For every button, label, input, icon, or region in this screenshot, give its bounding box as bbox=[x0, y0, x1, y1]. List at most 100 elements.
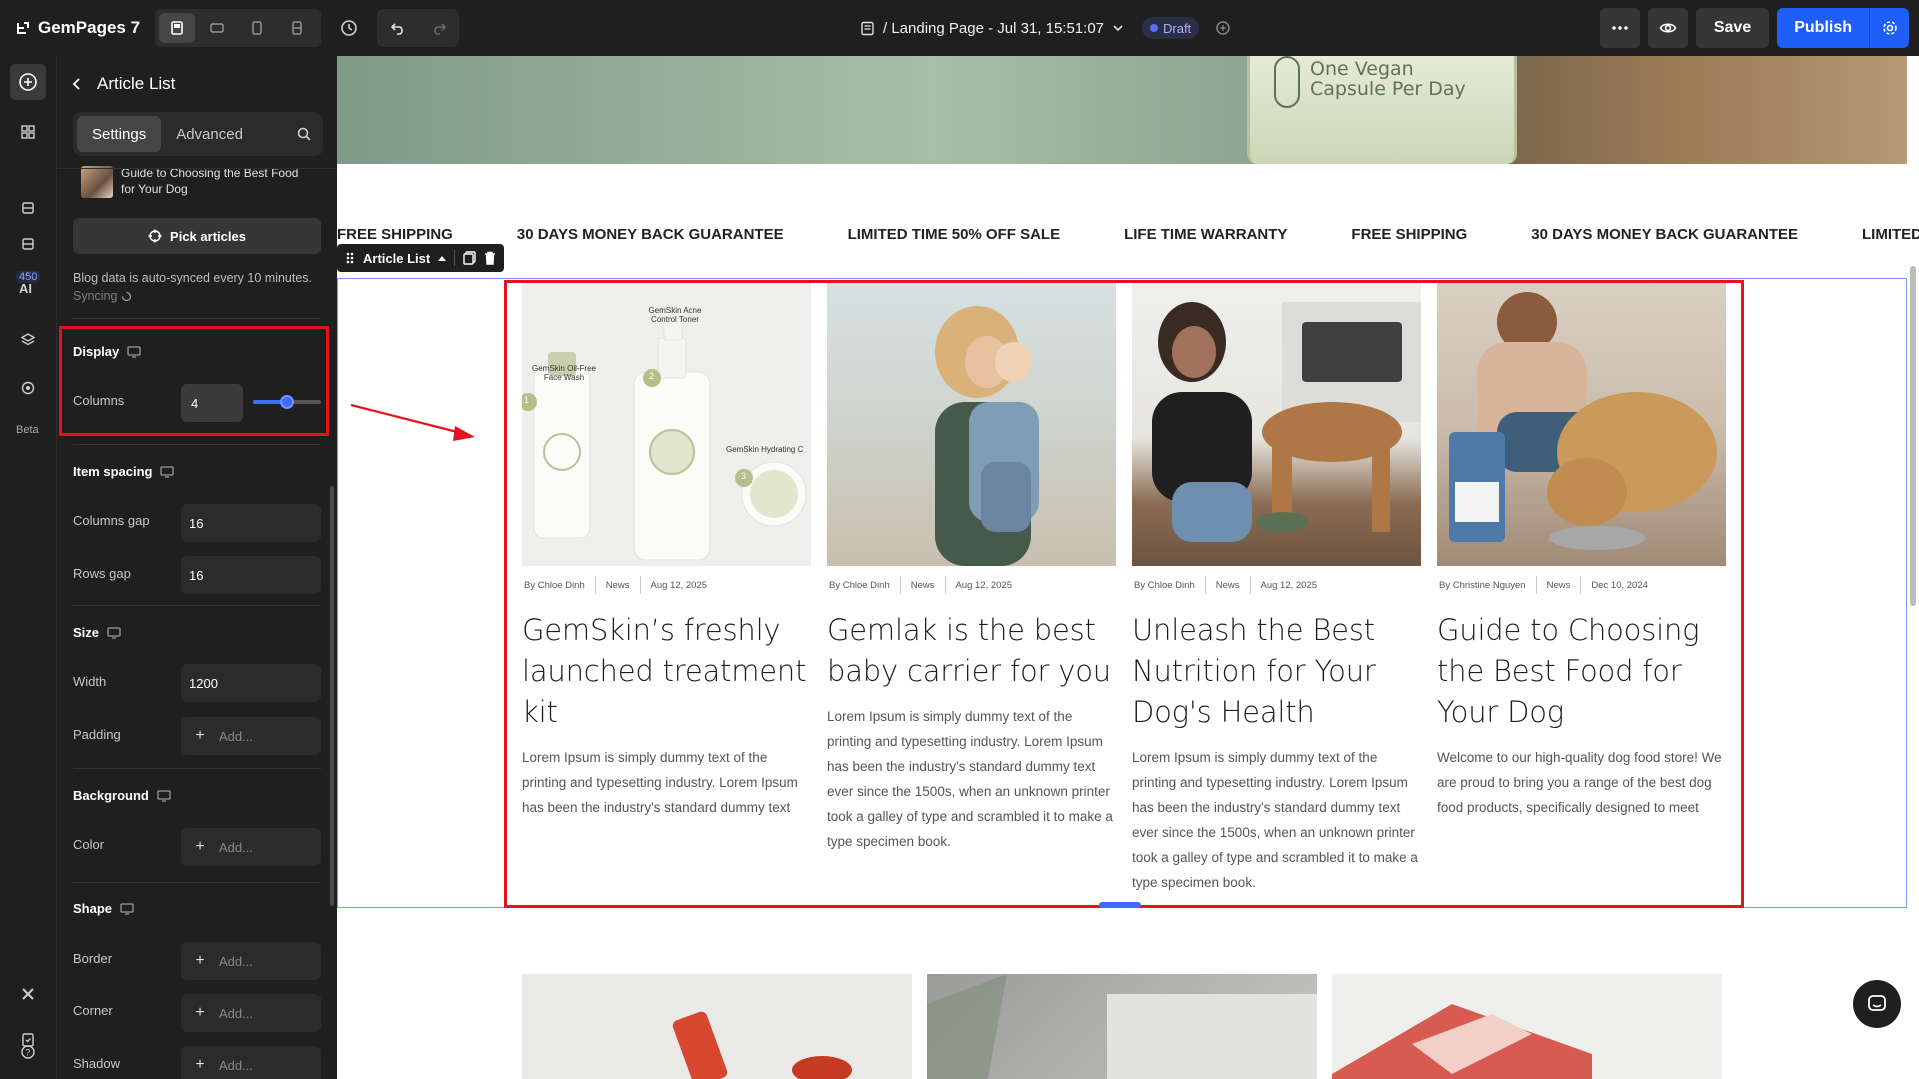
bottle-text: One Vegan Capsule Per Day bbox=[1310, 58, 1466, 100]
panel-search-button[interactable] bbox=[289, 127, 319, 141]
target-icon bbox=[21, 381, 35, 395]
duplicate-icon[interactable] bbox=[463, 251, 476, 265]
publish-button[interactable]: Publish bbox=[1777, 8, 1869, 48]
marquee-item: LIFE TIME WARRANTY bbox=[1124, 226, 1288, 243]
border-label: Border bbox=[73, 951, 113, 966]
corner-add-field[interactable]: + Add... bbox=[181, 994, 321, 1032]
monitor-icon bbox=[120, 902, 134, 915]
search-icon bbox=[297, 127, 311, 141]
draft-badge: Draft bbox=[1142, 17, 1200, 39]
add-element-button[interactable] bbox=[10, 64, 46, 100]
color-add-field[interactable]: + Add... bbox=[181, 828, 321, 866]
apps-button[interactable] bbox=[10, 226, 46, 262]
back-arrow-icon[interactable] bbox=[71, 77, 83, 91]
size-title: Size bbox=[73, 625, 100, 640]
product-image-lipstick[interactable] bbox=[522, 974, 912, 1079]
product-image-box[interactable] bbox=[1332, 974, 1722, 1079]
save-button[interactable]: Save bbox=[1695, 8, 1770, 48]
desktop-view-button[interactable] bbox=[159, 13, 195, 43]
page-title-dropdown[interactable]: / Landing Page - Jul 31, 15:51:07 bbox=[860, 16, 1124, 40]
lipstick-illustration bbox=[672, 1011, 852, 1079]
article-thumbnail bbox=[81, 166, 113, 198]
left-icon-rail: 450 AI Beta bbox=[0, 56, 57, 1079]
plus-icon: + bbox=[195, 1004, 205, 1021]
item-spacing-title: Item spacing bbox=[73, 464, 153, 479]
shadow-add-label: Add... bbox=[219, 1057, 253, 1073]
tab-advanced[interactable]: Advanced bbox=[161, 116, 258, 152]
tab-settings[interactable]: Settings bbox=[77, 116, 162, 152]
drag-handle-icon[interactable] bbox=[345, 251, 355, 265]
size-section-title: Size bbox=[73, 625, 121, 640]
more-options-button[interactable] bbox=[1599, 8, 1640, 48]
sections-button[interactable] bbox=[10, 114, 46, 150]
x-button[interactable] bbox=[10, 976, 46, 1012]
plus-icon: + bbox=[195, 952, 205, 969]
top-right-actions: Save Publish bbox=[1599, 8, 1909, 48]
background-title: Background bbox=[73, 788, 149, 803]
shape-title: Shape bbox=[73, 901, 113, 916]
resize-handle[interactable] bbox=[1099, 902, 1141, 908]
pages-button[interactable] bbox=[10, 190, 46, 226]
pick-articles-button[interactable]: Pick articles bbox=[73, 218, 321, 254]
layers-button[interactable] bbox=[10, 322, 46, 358]
tablet-view-button[interactable] bbox=[239, 13, 275, 43]
mobile-view-button[interactable] bbox=[279, 13, 315, 43]
toolbar-separator bbox=[454, 250, 456, 266]
color-add-label: Add... bbox=[219, 839, 253, 855]
leaf-shadow-illustration bbox=[927, 974, 1317, 1079]
preview-button[interactable] bbox=[1647, 8, 1688, 48]
brand[interactable]: GemPages 7 bbox=[14, 14, 140, 42]
hero-banner: One Vegan Capsule Per Day bbox=[337, 56, 1907, 164]
marquee-item: 30 DAYS MONEY BACK GUARANTEE bbox=[516, 226, 784, 243]
announcement-marquee: FREE SHIPPING 30 DAYS MONEY BACK GUARANT… bbox=[337, 226, 1919, 252]
marquee-item: LIMITED TIME 50% O bbox=[1862, 226, 1919, 243]
sync-note: Blog data is auto-synced every 10 minute… bbox=[73, 270, 323, 305]
history-button[interactable] bbox=[335, 14, 363, 42]
gear-icon bbox=[1882, 21, 1897, 35]
sync-status-button[interactable] bbox=[1209, 14, 1237, 42]
undo-button[interactable] bbox=[377, 9, 418, 47]
publish-settings-button[interactable] bbox=[1869, 8, 1909, 48]
monitor-icon bbox=[157, 789, 171, 802]
shadow-add-field[interactable]: + Add... bbox=[181, 1046, 321, 1079]
redo-button[interactable] bbox=[418, 9, 459, 47]
laptop-view-button[interactable] bbox=[199, 13, 235, 43]
ai-icon: AI bbox=[19, 281, 32, 296]
beta-feature-button[interactable] bbox=[10, 370, 46, 406]
rows-gap-input[interactable]: 16 bbox=[181, 556, 321, 594]
canvas-scrollbar[interactable] bbox=[1910, 266, 1916, 606]
shadow-label: Shadow bbox=[73, 1056, 120, 1071]
publish-button-group: Publish bbox=[1777, 8, 1909, 48]
width-input[interactable]: 1200 bbox=[181, 664, 321, 702]
columns-gap-input[interactable]: 16 bbox=[181, 504, 321, 542]
trash-icon[interactable] bbox=[484, 251, 496, 265]
panel-header: Article List bbox=[71, 72, 175, 96]
border-add-field[interactable]: + Add... bbox=[181, 942, 321, 980]
red-box-illustration bbox=[1332, 1004, 1592, 1079]
annotation-arrow bbox=[350, 403, 475, 441]
sync-note-text: Blog data is auto-synced every 10 minute… bbox=[73, 271, 313, 285]
caret-up-icon[interactable] bbox=[438, 255, 447, 261]
highlight-box-display bbox=[59, 326, 329, 436]
mobile-icon bbox=[292, 21, 302, 35]
help-button[interactable]: ? bbox=[10, 1034, 46, 1070]
ai-button[interactable]: AI bbox=[10, 270, 46, 306]
status-dot bbox=[1150, 24, 1158, 32]
svg-text:?: ? bbox=[25, 1048, 30, 1058]
columns-gap-label: Columns gap bbox=[73, 513, 150, 528]
section-divider bbox=[73, 882, 321, 883]
chevron-down-icon bbox=[1113, 25, 1123, 32]
element-toolbar[interactable]: Article List bbox=[337, 244, 505, 272]
picked-article-title: Guide to Choosing the Best Food for Your… bbox=[121, 166, 299, 196]
highlight-box-article-list bbox=[504, 280, 1744, 908]
background-section-title: Background bbox=[73, 788, 171, 803]
element-label: Article List bbox=[363, 250, 431, 266]
history-icon bbox=[341, 20, 357, 36]
product-image-shadow[interactable] bbox=[927, 974, 1317, 1079]
panel-scrollbar[interactable] bbox=[330, 486, 334, 906]
chat-launcher-button[interactable] bbox=[1853, 980, 1901, 1028]
panel-title: Article List bbox=[97, 74, 176, 93]
padding-add-field[interactable]: + Add... bbox=[181, 717, 321, 755]
marquee-item: LIMITED TIME 50% OFF SALE bbox=[847, 226, 1061, 243]
x-brand-icon bbox=[22, 988, 34, 1000]
